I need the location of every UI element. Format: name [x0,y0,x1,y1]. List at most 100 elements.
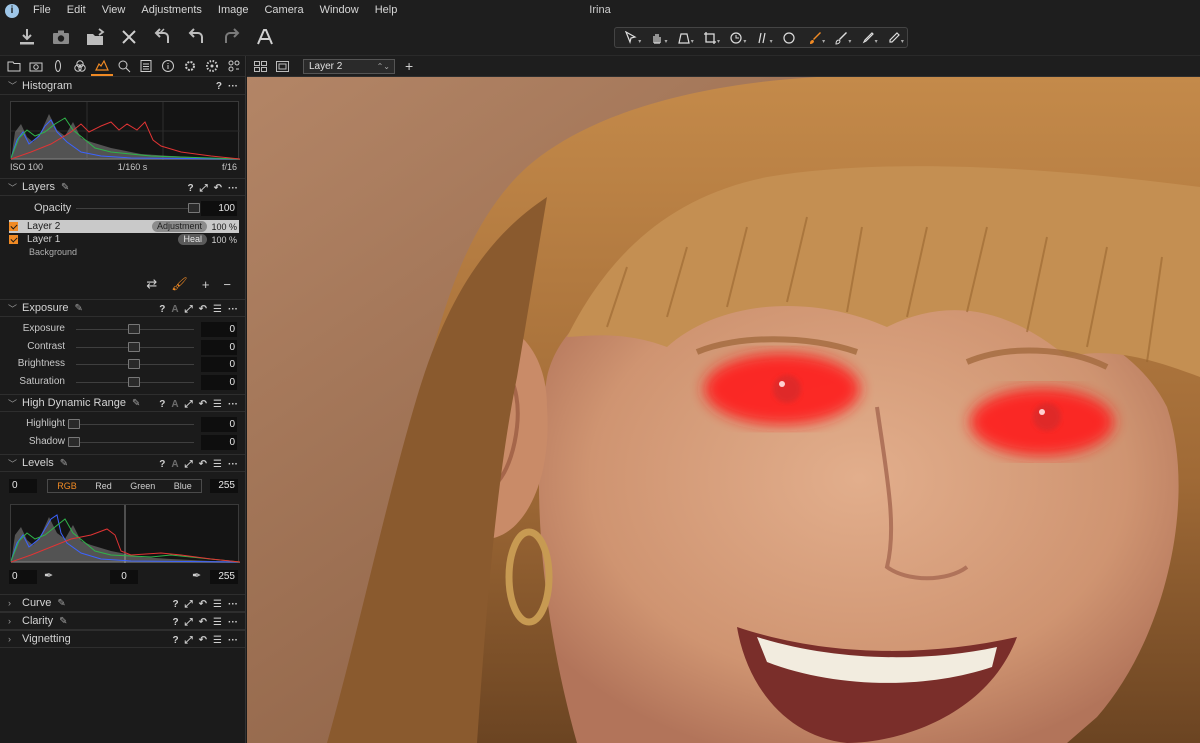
expand-icon[interactable]: ⤢ [185,399,193,410]
crop-icon[interactable]: ▾ [697,28,723,47]
spot-removal-icon[interactable] [776,28,802,47]
levels-histogram[interactable] [10,504,241,563]
auto-icon[interactable]: A [171,459,178,470]
menu-image[interactable]: Image [210,0,257,21]
presets-icon[interactable]: ☰ [213,635,222,646]
redo-icon[interactable] [218,24,244,50]
input-low-field[interactable]: 0 [9,479,37,493]
menu-help[interactable]: Help [367,0,406,21]
more-icon[interactable]: ··· [228,81,238,92]
output-high-field[interactable]: 255 [210,570,238,584]
presets-icon[interactable]: ☰ [213,599,222,610]
expand-icon[interactable]: ⤢ [185,617,193,628]
presets-icon[interactable]: ☰ [213,459,222,470]
color-icon[interactable] [69,56,91,76]
layer-visibility-checkbox[interactable] [9,235,18,244]
histogram-header[interactable]: ﹀ Histogram ? ··· [0,77,245,95]
undo-icon[interactable] [184,24,210,50]
delete-icon[interactable] [116,24,142,50]
help-icon[interactable]: ? [159,399,165,410]
more-icon[interactable]: ··· [228,599,238,610]
levels-header[interactable]: ﹀ Levels ✎ ? A ⤢ ↶ ☰ ··· [0,454,245,472]
color-picker-icon[interactable]: ▾ [854,28,880,47]
expand-icon[interactable]: ⤢ [200,183,208,194]
reset-icon[interactable]: ↶ [199,399,207,410]
presets-icon[interactable]: ☰ [213,304,222,315]
expand-icon[interactable]: ⤢ [185,635,193,646]
channel-red[interactable]: Red [95,481,112,491]
more-icon[interactable]: ··· [228,635,238,646]
metadata-icon[interactable] [135,56,157,76]
capture-icon[interactable] [25,56,47,76]
more-icon[interactable]: ··· [228,304,238,315]
lens-icon[interactable] [47,56,69,76]
help-icon[interactable]: ? [173,599,179,610]
menu-window[interactable]: Window [312,0,367,21]
straighten-icon[interactable]: ▾ [749,28,775,47]
grid-view-icon[interactable] [251,59,269,73]
collapse-chevron-icon[interactable]: ﹀ [8,181,18,194]
reset-icon[interactable]: ↶ [199,635,207,646]
expand-icon[interactable]: ⤢ [185,459,193,470]
add-layer-icon[interactable]: + [202,277,210,292]
vignetting-header[interactable]: › Vignetting ? ⤢ ↶ ☰ ··· [0,630,245,648]
help-icon[interactable]: ? [159,304,165,315]
black-point-eyedropper-icon[interactable]: ✒ [44,569,53,582]
background-layer[interactable]: Background [29,246,245,259]
single-view-icon[interactable] [273,59,291,73]
menu-adjustments[interactable]: Adjustments [133,0,210,21]
layer-row-layer-2[interactable]: Layer 2 Adjustment 100 % [9,220,239,233]
menu-file[interactable]: File [27,0,59,21]
curve-header[interactable]: › Curve ✎ ? ⤢ ↶ ☰ ··· [0,594,245,612]
input-high-field[interactable]: 255 [210,479,238,493]
image-viewer[interactable] [247,77,1200,743]
rotate-icon[interactable]: ▾ [723,28,749,47]
layers-header[interactable]: ﹀ Layers ✎ ? ⤢ ↶ ··· [0,178,245,196]
brush-icon[interactable]: 🖌 [171,276,188,292]
batch-icon[interactable] [223,56,245,76]
settings-icon[interactable] [201,56,223,76]
clarity-header[interactable]: › Clarity ✎ ? ⤢ ↶ ☰ ··· [0,612,245,630]
adjustments-icon[interactable] [179,56,201,76]
more-icon[interactable]: ··· [228,617,238,628]
value-field[interactable]: 0 [201,434,237,450]
hdr-header[interactable]: ﹀ High Dynamic Range ✎ ? A ⤢ ↶ ☰ ··· [0,394,245,412]
channel-green[interactable]: Green [130,481,155,491]
expand-chevron-icon[interactable]: › [8,616,18,626]
channel-blue[interactable]: Blue [174,481,192,491]
undo-all-icon[interactable] [150,24,176,50]
value-field[interactable]: 0 [201,417,237,432]
help-icon[interactable]: ? [173,617,179,628]
slider-knob[interactable] [128,341,140,352]
pan-hand-icon[interactable]: ▾ [644,28,670,47]
output-icon[interactable] [157,56,179,76]
white-point-eyedropper-icon[interactable]: ✒ [192,569,201,582]
auto-icon[interactable]: A [171,304,178,315]
auto-icon[interactable]: A [171,399,178,410]
export-icon[interactable] [82,24,108,50]
slider-knob[interactable] [128,324,140,334]
opacity-slider-track[interactable] [76,208,198,209]
presets-icon[interactable]: ☰ [213,399,222,410]
slider-track[interactable] [76,424,194,425]
annotation-pen-icon[interactable]: ▾ [881,28,907,47]
reset-icon[interactable]: ↶ [199,459,207,470]
details-icon[interactable] [113,56,135,76]
expand-chevron-icon[interactable]: › [8,598,18,608]
remove-layer-icon[interactable]: − [223,277,231,292]
collapse-chevron-icon[interactable]: ﹀ [8,302,18,315]
collapse-chevron-icon[interactable]: ﹀ [8,397,18,410]
exposure-icon[interactable] [91,56,113,76]
value-field[interactable]: 0 [201,339,237,355]
draw-mask-brush-icon[interactable]: ▾ [802,28,828,47]
channel-rgb[interactable]: RGB [57,481,77,491]
reset-icon[interactable]: ↶ [199,617,207,628]
value-field[interactable]: 0 [201,322,237,337]
more-icon[interactable]: ··· [228,459,238,470]
erase-mask-icon[interactable]: ▾ [828,28,854,47]
help-icon[interactable]: ? [159,459,165,470]
text-annotation-icon[interactable] [252,24,278,50]
opacity-slider-knob[interactable] [188,203,200,213]
menu-edit[interactable]: Edit [59,0,94,21]
layer-options-icon[interactable]: ⇄ [146,276,157,292]
